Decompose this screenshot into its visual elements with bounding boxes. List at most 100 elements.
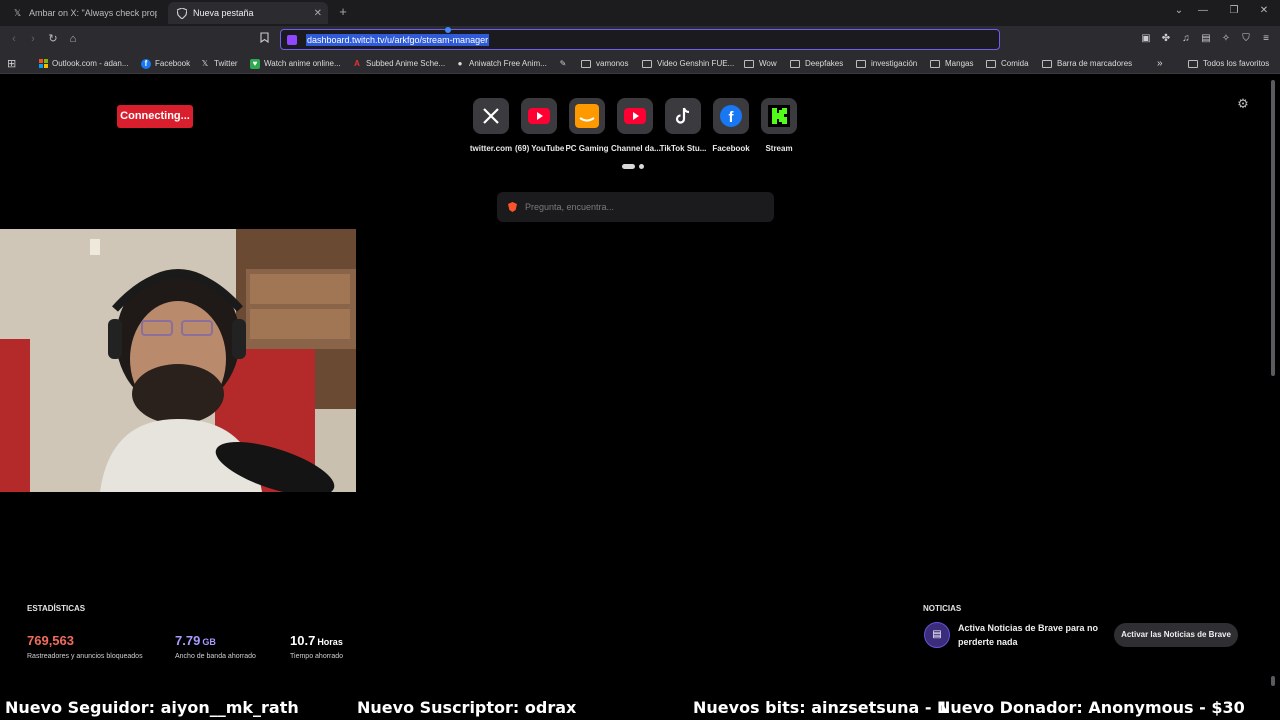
x-logo-icon: 𝕏 (13, 7, 22, 18)
tab-title: Ambar on X: "Always check properly (29, 8, 157, 18)
top-sites-page-indicator[interactable] (639, 164, 644, 169)
search-box[interactable] (497, 192, 774, 222)
folder-icon (642, 59, 652, 68)
ticker-new-subscriber: Nuevo Suscriptor: odrax (357, 698, 577, 717)
news-icon: ▤ (924, 622, 950, 648)
bookmark-folder-wow[interactable]: Wow (744, 57, 777, 70)
bookmark-subbed-anime[interactable]: A Subbed Anime Sche... (352, 57, 445, 70)
top-site-tile[interactable]: twitter.com (467, 98, 515, 153)
bookmark-folder-barra[interactable]: Barra de marcadores (1042, 57, 1132, 70)
close-tab-icon[interactable]: ✕ (314, 8, 322, 19)
webcam-overlay (0, 229, 356, 492)
top-site-label: Stream (765, 144, 793, 153)
anime-icon: ♥ (250, 58, 260, 69)
top-site-label: (69) YouTube (515, 144, 565, 153)
stat-label: Ancho de banda ahorrado (175, 653, 256, 660)
bookmark-twitter[interactable]: 𝕏 Twitter (200, 57, 238, 70)
anime-schedule-icon: A (354, 59, 360, 68)
minimize-icon[interactable]: — (1196, 5, 1210, 16)
address-bar[interactable]: dashboard.twitch.tv/u/arkfgo/stream-mana… (280, 27, 1000, 50)
forward-icon[interactable]: › (26, 32, 40, 46)
bookmark-folder-genshin[interactable]: Video Genshin FUE... (642, 57, 734, 70)
ticker-new-bits: Nuevos bits: ainzsetsuna - 1 (693, 698, 949, 717)
x-logo-icon (473, 98, 509, 134)
top-site-tile[interactable]: Channel da... (611, 98, 661, 153)
microsoft-icon (38, 59, 48, 69)
leo-ai-icon[interactable]: ✧ (1220, 33, 1232, 45)
stat-unit: Horas (317, 637, 343, 647)
wallet-icon[interactable]: ▤ (1200, 33, 1212, 45)
top-site-label: Facebook (712, 144, 750, 153)
folder-icon (986, 59, 996, 68)
bookmark-icon[interactable] (257, 32, 271, 46)
tab-title: Nueva pestaña (193, 8, 254, 18)
stat-trackers-blocked: 769,563 Rastreadores y anuncios bloquead… (27, 632, 143, 660)
bookmark-facebook[interactable]: f Facebook (141, 57, 190, 70)
top-site-tile[interactable]: (69) YouTube (515, 98, 565, 153)
screenshot-extension-icon[interactable]: ▣ (1140, 33, 1152, 45)
extensions-icon[interactable]: ✤ (1160, 33, 1172, 45)
top-site-tile[interactable]: f Facebook (707, 98, 755, 153)
new-tab-button[interactable]: + (336, 4, 350, 20)
folder-icon (1042, 59, 1052, 68)
apps-grid-icon[interactable]: ⊞ (7, 57, 16, 70)
stat-time-saved: 10.7 Horas Tiempo ahorrado (290, 632, 343, 660)
stat-label: Rastreadores y anuncios bloqueados (27, 653, 143, 660)
gear-icon[interactable]: ⚙ (1236, 97, 1250, 111)
tab-new-tab[interactable]: Nueva pestaña ✕ (168, 2, 328, 24)
bookmark-folder-vamonos[interactable]: vamonos (581, 57, 628, 70)
bookmark-watch-anime[interactable]: ♥ Watch anime online... (250, 57, 341, 70)
stats-title: ESTADÍSTICAS (27, 604, 86, 613)
stat-value: 7.79 (175, 633, 201, 648)
tab-list-chevron-icon[interactable]: ⌄ (1172, 5, 1186, 16)
mouse-cursor-icon (445, 27, 451, 33)
connecting-badge: Connecting... (117, 105, 193, 128)
facebook-icon: f (141, 58, 151, 69)
top-sites-page-indicator-active[interactable] (622, 164, 635, 169)
stat-unit: GB (202, 637, 216, 647)
tiktok-icon (665, 98, 701, 134)
top-site-tile[interactable]: TikTok Stu... (659, 98, 707, 153)
ticker-new-donor: Nuevo Donador: Anonymous - $30 (937, 698, 1245, 717)
top-site-label: twitter.com (469, 144, 513, 153)
bookmark-all-favorites[interactable]: Todos los favoritos (1188, 57, 1269, 70)
bookmark-misc[interactable]: ✎ (558, 57, 572, 70)
stat-value: 769,563 (27, 633, 74, 648)
bookmark-outlook[interactable]: Outlook.com - adan... (38, 57, 128, 70)
vertical-scrollbar[interactable] (1271, 80, 1275, 376)
reload-icon[interactable]: ↻ (46, 32, 60, 46)
enable-news-button[interactable]: Activar las Noticias de Brave (1114, 623, 1238, 647)
news-text: Activa Noticias de Brave para no perdert… (958, 623, 1099, 647)
folder-icon (790, 59, 800, 68)
search-input[interactable] (525, 200, 755, 214)
back-icon[interactable]: ‹ (7, 32, 21, 46)
aniwatch-icon: ● (457, 59, 463, 68)
bookmark-folder-deepfakes[interactable]: Deepfakes (790, 57, 843, 70)
facebook-icon: f (713, 98, 749, 134)
folder-icon (856, 59, 866, 68)
top-site-tile[interactable]: Stream (755, 98, 803, 153)
home-icon[interactable]: ⌂ (66, 32, 80, 46)
folder-icon (930, 59, 940, 68)
toolbar: ‹ › ↻ ⌂ dashboard.twitch.tv/u/arkfgo/str… (0, 26, 1280, 53)
media-icon[interactable]: ♫ (1180, 33, 1192, 45)
url-text[interactable]: dashboard.twitch.tv/u/arkfgo/stream-mana… (306, 34, 490, 46)
menu-icon[interactable]: ≡ (1260, 33, 1272, 45)
bookmark-folder-investigacion[interactable]: investigación (856, 57, 917, 70)
kick-icon (761, 98, 797, 134)
news-title: NOTICIAS (923, 604, 962, 613)
more-bookmarks-chevron-icon[interactable]: » (1157, 57, 1163, 70)
bookmark-folder-mangas[interactable]: Mangas (930, 57, 973, 70)
restore-icon[interactable]: ❐ (1227, 5, 1241, 16)
brave-shield-icon (176, 7, 187, 19)
bookmark-folder-comida[interactable]: Comida (986, 57, 1029, 70)
vpn-shield-icon[interactable]: ⛉ (1240, 33, 1252, 45)
close-window-icon[interactable]: ✕ (1257, 5, 1271, 16)
tab-twitter-post[interactable]: 𝕏 Ambar on X: "Always check properly (4, 2, 170, 24)
tab-strip: 𝕏 Ambar on X: "Always check properly Nue… (0, 0, 1280, 26)
scrollbar-bottom-thumb[interactable] (1271, 676, 1275, 686)
youtube-icon (521, 98, 557, 134)
stat-value: 10.7 (290, 633, 316, 648)
top-site-tile[interactable]: PC Gaming (563, 98, 611, 153)
bookmark-aniwatch[interactable]: ● Aniwatch Free Anim... (455, 57, 547, 70)
